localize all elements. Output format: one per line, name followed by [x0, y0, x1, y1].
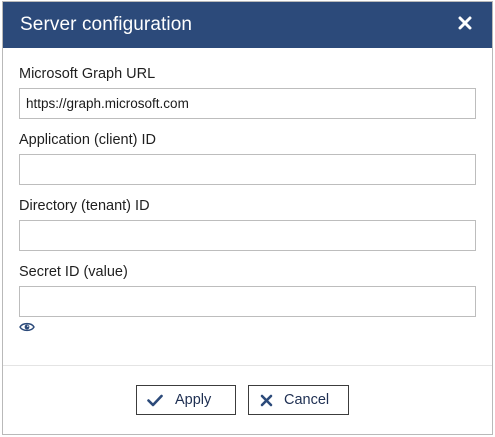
check-icon: [147, 394, 163, 411]
tenant-id-label: Directory (tenant) ID: [19, 198, 150, 214]
dialog-title: Server configuration: [20, 14, 193, 35]
x-icon: [260, 394, 273, 411]
close-icon[interactable]: [458, 13, 476, 35]
footer-divider: [3, 365, 492, 366]
cancel-button-label: Cancel: [284, 392, 330, 408]
tenant-id-input[interactable]: [19, 220, 476, 251]
apply-button[interactable]: Apply: [136, 385, 236, 415]
server-configuration-dialog: Server configuration Microsoft Graph URL…: [2, 1, 493, 435]
graph-url-input[interactable]: [19, 88, 476, 119]
apply-button-label: Apply: [175, 392, 212, 408]
client-id-input[interactable]: [19, 154, 476, 185]
secret-label: Secret ID (value): [19, 264, 128, 280]
client-id-label: Application (client) ID: [19, 132, 156, 148]
dialog-titlebar: Server configuration: [3, 2, 492, 48]
cancel-button[interactable]: Cancel: [248, 385, 349, 415]
secret-input[interactable]: [19, 286, 476, 317]
graph-url-label: Microsoft Graph URL: [19, 66, 156, 82]
eye-icon[interactable]: [19, 320, 35, 332]
